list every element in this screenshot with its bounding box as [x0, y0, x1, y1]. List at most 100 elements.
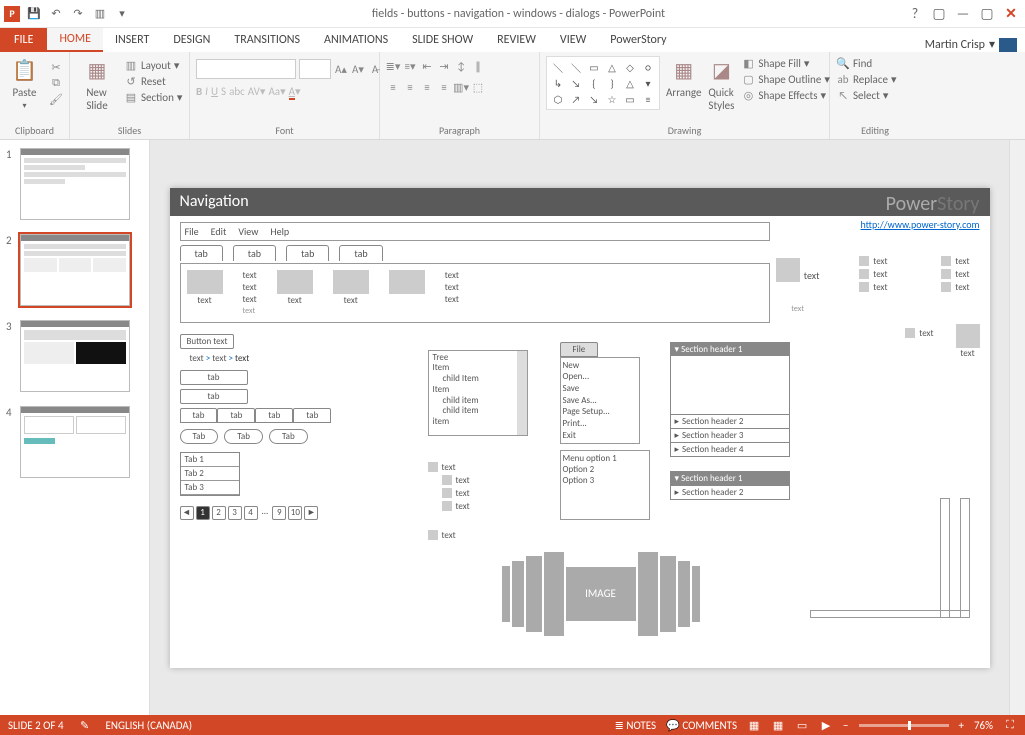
format-painter-icon[interactable]: 🖌 — [49, 92, 63, 106]
mock-carousel: IMAGE — [502, 552, 700, 636]
grow-font-icon[interactable]: A▴ — [334, 62, 348, 76]
reading-view-icon[interactable]: ▭ — [795, 718, 809, 732]
shrink-font-icon[interactable]: A▾ — [351, 62, 365, 76]
brand-link[interactable]: http://www.power-story.com — [860, 218, 979, 231]
bullets-icon[interactable]: ≣▾ — [386, 59, 400, 73]
slide-thumb[interactable]: 3 — [6, 320, 143, 392]
bold-button[interactable]: B — [196, 85, 202, 98]
save-icon[interactable]: 💾 — [26, 6, 42, 22]
find-button[interactable]: 🔍Find — [836, 56, 896, 70]
smartart-icon[interactable]: ⬚ — [471, 80, 485, 94]
slide-thumb[interactable]: 2 — [6, 234, 143, 306]
fit-window-icon[interactable]: ⛶ — [1003, 718, 1017, 732]
font-name-combo[interactable] — [196, 59, 296, 79]
ribbon-tab-slideshow[interactable]: SLIDE SHOW — [400, 28, 485, 52]
paste-button[interactable]: 📋Paste▾ — [6, 56, 43, 111]
shape-effects-button[interactable]: ◎Shape Effects ▾ — [741, 88, 829, 102]
section-icon: ▤ — [124, 90, 138, 104]
mock-listbox: Menu option 1Option 2Option 3 — [560, 450, 650, 520]
group-label: Editing — [836, 124, 914, 137]
reset-button[interactable]: ↺Reset — [124, 74, 182, 88]
font-color-button[interactable]: A▾ — [289, 85, 301, 98]
new-slide-icon: ▦ — [83, 56, 111, 84]
align-center-icon[interactable]: ≡ — [403, 80, 417, 94]
sorter-view-icon[interactable]: ▦ — [771, 718, 785, 732]
redo-icon[interactable]: ↷ — [70, 6, 86, 22]
italic-button[interactable]: I — [205, 85, 208, 98]
comments-button[interactable]: 💬 COMMENTS — [666, 719, 737, 732]
copy-icon[interactable]: ⧉ — [49, 76, 63, 90]
ribbon-tab-animations[interactable]: ANIMATIONS — [312, 28, 400, 52]
text-direction-icon[interactable]: ∥ — [471, 59, 485, 73]
case-button[interactable]: Aa▾ — [268, 85, 285, 98]
maximize-icon[interactable]: ▢ — [979, 6, 995, 22]
title-bar: P 💾 ↶ ↷ ▥ ▾ fields - buttons - navigatio… — [0, 0, 1025, 28]
shapes-gallery[interactable]: ＼＼▭△◇○ ↳↘{}△▾ ⬡↗↘☆▭≡ — [546, 56, 660, 110]
slide-thumbnail-panel[interactable]: 1 2 3 4 — [0, 140, 150, 715]
qat-more-icon[interactable]: ▾ — [114, 6, 130, 22]
section-button[interactable]: ▤Section ▾ — [124, 90, 182, 104]
outdent-icon[interactable]: ⇤ — [420, 59, 434, 73]
ribbon-tab-home[interactable]: HOME — [47, 28, 103, 52]
replace-button[interactable]: abReplace ▾ — [836, 72, 896, 86]
spellcheck-icon[interactable]: ✎ — [78, 718, 92, 732]
align-left-icon[interactable]: ≡ — [386, 80, 400, 94]
normal-view-icon[interactable]: ▦ — [747, 718, 761, 732]
slide-canvas[interactable]: Navigation PowerStory http://www.power-s… — [170, 188, 990, 668]
shape-fill-button[interactable]: ◧Shape Fill ▾ — [741, 56, 829, 70]
align-right-icon[interactable]: ≡ — [420, 80, 434, 94]
minimize-icon[interactable]: — — [955, 6, 971, 22]
language-label[interactable]: ENGLISH (CANADA) — [106, 719, 193, 732]
ribbon-options-icon[interactable]: ▢ — [931, 6, 947, 22]
quick-styles-button[interactable]: ◪Quick Styles — [707, 56, 735, 112]
line-spacing-icon[interactable]: ↕ — [454, 59, 468, 73]
strike-button[interactable]: abc — [229, 85, 245, 98]
ribbon-tab-insert[interactable]: INSERT — [103, 28, 161, 52]
account-label[interactable]: Martin Crisp ▾ — [925, 37, 1025, 52]
notes-button[interactable]: ≣ NOTES — [615, 719, 657, 732]
close-icon[interactable]: ✕ — [1003, 6, 1019, 22]
ribbon-tab-transitions[interactable]: TRANSITIONS — [222, 28, 312, 52]
spacing-button[interactable]: AV▾ — [248, 85, 266, 98]
mock-vscroll — [940, 498, 950, 618]
numbering-icon[interactable]: ≡▾ — [403, 59, 417, 73]
slide-counter[interactable]: SLIDE 2 OF 4 — [8, 719, 64, 732]
font-size-combo[interactable] — [299, 59, 331, 79]
start-show-icon[interactable]: ▥ — [92, 6, 108, 22]
slide-thumb[interactable]: 1 — [6, 148, 143, 220]
shape-outline-button[interactable]: ▢Shape Outline ▾ — [741, 72, 829, 86]
mock-tree: TreeItem child ItemItem child item child… — [428, 350, 528, 436]
group-label: Font — [196, 124, 373, 137]
zoom-in-button[interactable]: + — [959, 719, 964, 732]
slideshow-view-icon[interactable]: ▶ — [819, 718, 833, 732]
new-slide-button[interactable]: ▦New Slide — [76, 56, 118, 112]
columns-icon[interactable]: ▥▾ — [454, 80, 468, 94]
ribbon-tab-view[interactable]: VIEW — [548, 28, 598, 52]
justify-icon[interactable]: ≡ — [437, 80, 451, 94]
ribbon-tab-design[interactable]: DESIGN — [161, 28, 222, 52]
shadow-button[interactable]: S — [221, 85, 226, 98]
slide-editor[interactable]: Navigation PowerStory http://www.power-s… — [150, 140, 1009, 715]
layout-button[interactable]: ▥Layout ▾ — [124, 58, 182, 72]
indent-icon[interactable]: ⇥ — [437, 59, 451, 73]
help-icon[interactable]: ? — [907, 6, 923, 22]
zoom-out-button[interactable]: − — [843, 719, 848, 732]
mock-accordion: ▾ Section header 1 ▸ Section header 2 — [670, 471, 790, 500]
slide-thumb[interactable]: 4 — [6, 406, 143, 478]
zoom-level[interactable]: 76% — [974, 719, 993, 732]
ribbon-tab-powerstory[interactable]: PowerStory — [598, 28, 678, 52]
select-button[interactable]: ↖Select ▾ — [836, 88, 896, 102]
editor-scrollbar[interactable] — [1009, 140, 1025, 715]
undo-icon[interactable]: ↶ — [48, 6, 64, 22]
zoom-slider[interactable] — [859, 724, 949, 727]
file-tab[interactable]: FILE — [0, 28, 47, 52]
status-bar: SLIDE 2 OF 4 ✎ ENGLISH (CANADA) ≣ NOTES … — [0, 715, 1025, 735]
app-icon: P — [4, 6, 20, 22]
group-label: Drawing — [546, 124, 823, 137]
cut-icon[interactable]: ✂ — [49, 60, 63, 74]
arrange-button[interactable]: ▦Arrange — [666, 56, 701, 99]
fill-icon: ◧ — [741, 56, 755, 70]
ribbon-tab-review[interactable]: REVIEW — [485, 28, 548, 52]
underline-button[interactable]: U — [211, 85, 218, 98]
replace-icon: ab — [836, 72, 850, 86]
